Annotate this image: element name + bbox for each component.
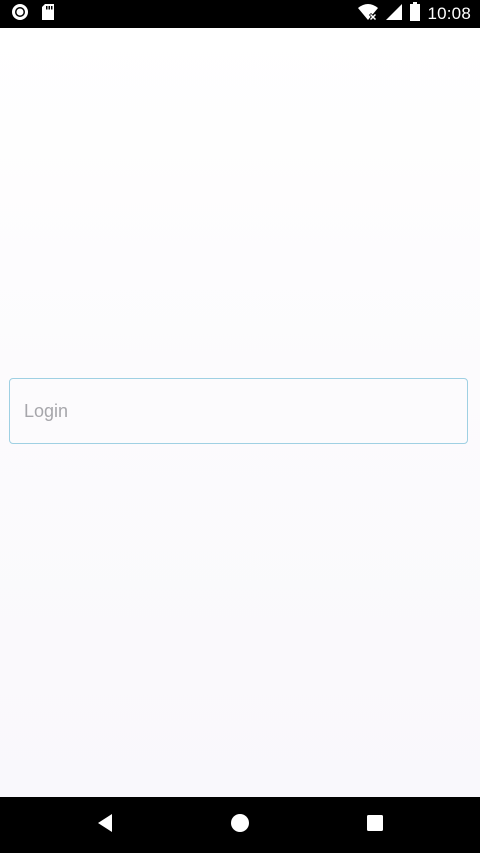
status-clock: 10:08 xyxy=(427,4,471,23)
wifi-no-internet-icon xyxy=(357,3,379,26)
home-button[interactable] xyxy=(228,813,252,837)
recents-button[interactable] xyxy=(363,813,387,837)
login-input[interactable] xyxy=(9,378,468,444)
status-right-icons: 10:08 xyxy=(357,0,471,28)
back-icon xyxy=(95,813,115,838)
cell-signal-icon xyxy=(385,3,403,26)
battery-icon xyxy=(409,1,421,27)
navigation-bar xyxy=(0,797,480,853)
status-bar: 10:08 xyxy=(0,0,480,28)
status-left-icons xyxy=(10,2,56,27)
record-icon xyxy=(10,2,30,27)
recents-icon xyxy=(366,814,384,837)
home-icon xyxy=(230,813,250,838)
main-content xyxy=(0,28,480,797)
back-button[interactable] xyxy=(93,813,117,837)
sd-card-icon xyxy=(40,2,56,27)
